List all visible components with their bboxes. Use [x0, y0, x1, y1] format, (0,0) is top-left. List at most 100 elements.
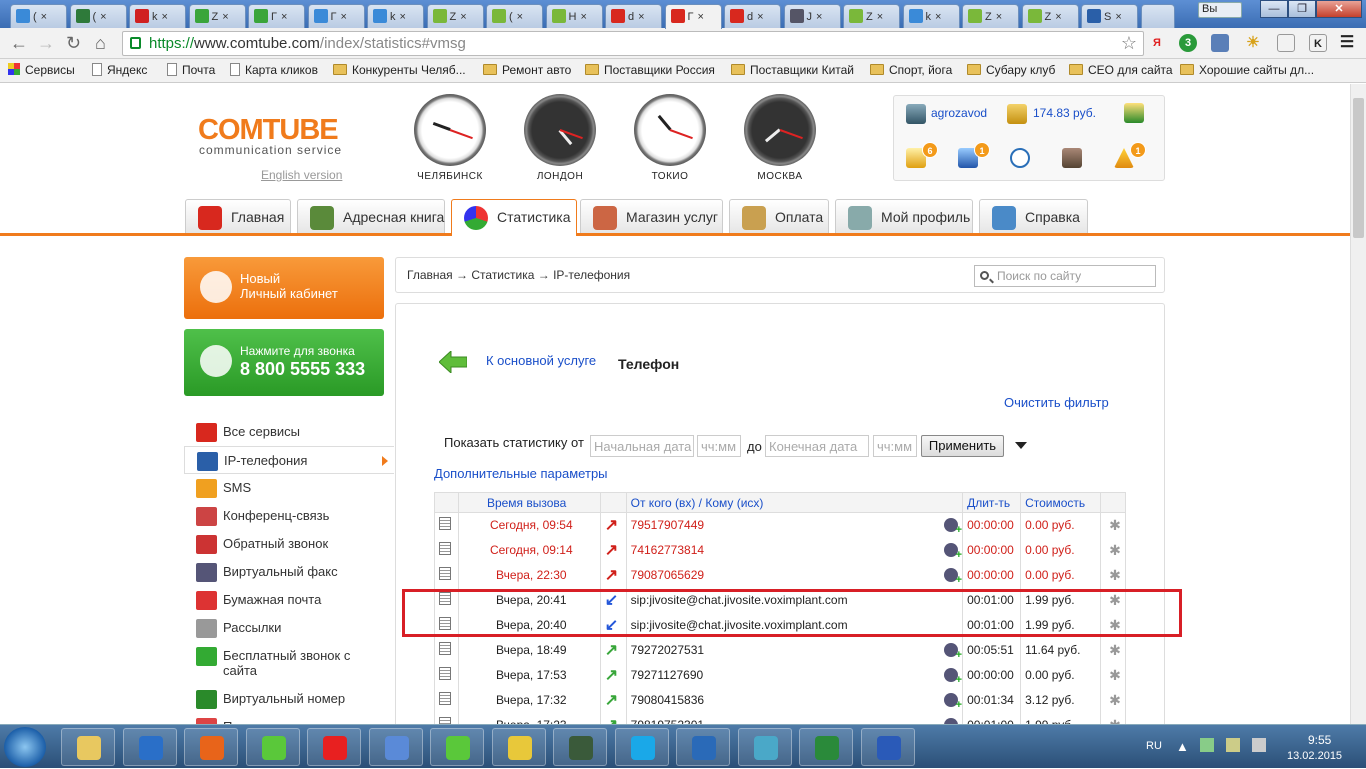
nav-tab-payment[interactable]: Оплата: [729, 199, 829, 233]
browser-tab[interactable]: k ×: [902, 4, 960, 28]
bookmark-item[interactable]: Карта кликов: [230, 63, 318, 77]
call-us-button[interactable]: Нажмите для звонка 8 800 5555 333: [184, 329, 384, 396]
nav-tab-statistics[interactable]: Статистика: [451, 199, 577, 236]
bookmark-item[interactable]: Спорт, йога: [870, 63, 952, 77]
clock-time[interactable]: 9:55: [1308, 733, 1331, 747]
english-version-link[interactable]: English version: [261, 168, 342, 182]
tray-app-icon[interactable]: [1226, 738, 1240, 752]
table-row[interactable]: Вчера, 17:23 ↗ 7981975230100:01:001.99 руб…: [434, 712, 1127, 724]
browser-tab[interactable]: Z ×: [1021, 4, 1079, 28]
table-row[interactable]: Сегодня, 09:14↗ 74162773814 00:00:000.00 р…: [434, 537, 1127, 563]
tab-close-icon[interactable]: ×: [517, 11, 523, 23]
browser-tab[interactable]: Z ×: [188, 4, 246, 28]
notepad-icon[interactable]: [439, 542, 451, 555]
add-contact-icon[interactable]: [944, 668, 962, 686]
tray-network-icon[interactable]: [1200, 738, 1214, 752]
tab-close-icon[interactable]: ×: [340, 11, 346, 23]
browser-tab[interactable]: Г ×: [664, 4, 722, 29]
tab-close-icon[interactable]: ×: [162, 11, 168, 23]
profile-button[interactable]: Вы: [1198, 2, 1242, 18]
extension-badge-icon[interactable]: 3: [1179, 34, 1197, 52]
add-contact-icon[interactable]: [944, 568, 962, 586]
tab-close-icon[interactable]: ×: [460, 11, 466, 23]
tab-close-icon[interactable]: ×: [580, 11, 586, 23]
taskbar-excel[interactable]: [799, 728, 853, 766]
browser-tab[interactable]: J ×: [783, 4, 841, 28]
bookmark-item[interactable]: Яндекс: [92, 63, 147, 77]
notepad-icon[interactable]: [439, 692, 451, 705]
home-icon[interactable]: ⌂: [95, 34, 106, 52]
table-row[interactable]: Вчера, 17:53↗ 79271127690 00:00:000.00 руб…: [434, 662, 1127, 688]
bookmark-item[interactable]: Почта: [167, 63, 215, 77]
browser-tab[interactable]: S ×: [1081, 4, 1138, 28]
column-header[interactable]: Стоимость: [1020, 492, 1101, 513]
maximize-button[interactable]: ❐: [1288, 0, 1316, 18]
taskbar-word[interactable]: [860, 728, 915, 766]
clear-filter-link[interactable]: Очистить фильтр: [1004, 395, 1109, 410]
browser-tab[interactable]: k ×: [367, 4, 424, 28]
back-icon[interactable]: ←: [10, 34, 28, 52]
start-button[interactable]: [4, 727, 46, 767]
bookmark-item[interactable]: Поставщики Китай: [731, 63, 854, 77]
gear-icon[interactable]: ✱: [1109, 517, 1121, 533]
table-row[interactable]: Вчера, 17:32↗ 79080415836 00:01:343.12 руб…: [434, 687, 1127, 713]
gear-icon[interactable]: ✱: [1109, 567, 1121, 583]
add-contact-icon[interactable]: [944, 543, 962, 561]
browser-tab[interactable]: Z ×: [843, 4, 900, 28]
browser-tab[interactable]: Z ×: [426, 4, 484, 28]
tab-close-icon[interactable]: ×: [697, 11, 703, 23]
browser-tab[interactable]: (×: [486, 4, 543, 28]
taskbar-media-player[interactable]: [122, 728, 177, 766]
sidebar-item-comtube[interactable]: Все сервисы: [184, 418, 394, 446]
table-row[interactable]: Сегодня, 09:54↗ 79517907449 00:00:000.00 р…: [434, 512, 1127, 538]
column-header[interactable]: Время вызова: [457, 492, 601, 513]
sidebar-item-phone[interactable]: Бесплатный звонок с сайта: [184, 642, 394, 685]
browser-tab[interactable]: (×: [10, 4, 67, 28]
gear-icon[interactable]: ✱: [1109, 667, 1121, 683]
end-date-input[interactable]: Конечная дата: [765, 435, 869, 457]
sidebar-item-callback[interactable]: Обратный звонок: [184, 530, 394, 558]
notepad-icon[interactable]: [439, 667, 451, 680]
apply-button[interactable]: Применить: [921, 435, 1004, 457]
back-to-service-link[interactable]: К основной услуге: [486, 353, 596, 368]
nav-tab-shop[interactable]: Магазин услуг: [580, 199, 723, 233]
add-contact-icon[interactable]: [944, 518, 962, 536]
tab-close-icon[interactable]: ×: [638, 11, 644, 23]
notepad-icon[interactable]: [439, 567, 451, 580]
tray-arrow-icon[interactable]: ▲: [1176, 739, 1189, 754]
clock-date[interactable]: 13.02.2015: [1287, 750, 1342, 762]
tab-close-icon[interactable]: ×: [222, 11, 228, 23]
exit-icon[interactable]: [1124, 103, 1144, 123]
bookmark-item[interactable]: Субару клуб: [967, 63, 1055, 77]
tab-close-icon[interactable]: ×: [757, 11, 763, 23]
scrollbar-thumb[interactable]: [1353, 98, 1364, 238]
bookmark-item[interactable]: Ремонт авто: [483, 63, 571, 77]
bookmark-item[interactable]: Поставщики Россия: [585, 63, 715, 77]
browser-tab[interactable]: (×: [69, 4, 127, 28]
tab-close-icon[interactable]: ×: [400, 11, 406, 23]
sidebar-item-number[interactable]: Виртуальный номер: [184, 685, 394, 713]
new-cabinet-button[interactable]: Новый Личный кабинет: [184, 257, 384, 319]
nav-tab-home-tab[interactable]: Главная: [185, 199, 291, 233]
browser-tab[interactable]: d ×: [724, 4, 781, 28]
balance-link[interactable]: 174.83 руб.: [1033, 106, 1096, 120]
tab-close-icon[interactable]: ×: [935, 11, 941, 23]
taskbar-explorer[interactable]: [61, 728, 115, 766]
tab-close-icon[interactable]: ×: [281, 11, 287, 23]
gear-icon[interactable]: ✱: [1109, 542, 1121, 558]
taskbar-agent[interactable]: [430, 728, 484, 766]
table-row[interactable]: Вчера, 22:30↗ 79087065629 00:00:000.00 руб…: [434, 562, 1127, 588]
start-time-input[interactable]: чч:мм: [697, 435, 741, 457]
taskbar-thunderbird[interactable]: [676, 728, 730, 766]
tab-close-icon[interactable]: ×: [877, 11, 883, 23]
start-date-input[interactable]: Начальная дата: [590, 435, 694, 457]
weather-extension-icon[interactable]: ☀: [1244, 34, 1262, 52]
sidebar-item-fax[interactable]: Виртуальный факс: [184, 558, 394, 586]
end-time-input[interactable]: чч:мм: [873, 435, 917, 457]
column-header[interactable]: От кого (вх) / Кому (исх): [625, 492, 964, 513]
add-contact-icon[interactable]: [1062, 148, 1082, 168]
taskbar-icq[interactable]: [245, 728, 300, 766]
back-arrow-icon[interactable]: [439, 351, 467, 373]
sidebar-item-ip[interactable]: IP-телефония: [184, 446, 394, 474]
taskbar-speaker[interactable]: [368, 728, 423, 766]
